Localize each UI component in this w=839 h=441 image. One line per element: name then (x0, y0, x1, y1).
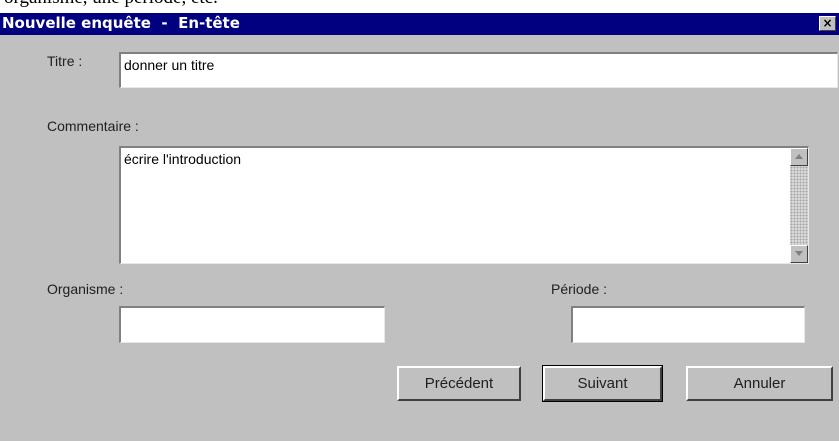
commentaire-label: Commentaire : (47, 118, 139, 134)
arrow-up-icon (795, 154, 803, 159)
titre-label: Titre : (47, 53, 83, 69)
title-bar[interactable]: Nouvelle enquête - En-tête × (0, 13, 839, 35)
organisme-input[interactable] (119, 306, 385, 343)
close-button[interactable]: × (819, 16, 836, 31)
close-icon: × (822, 16, 833, 30)
page: organisme, une période, etc. Nouvelle en… (0, 0, 839, 441)
commentaire-text: écrire l'introduction (124, 151, 242, 167)
background-caption: organisme, une période, etc. (4, 0, 218, 9)
window-title: Nouvelle enquête - En-tête (2, 14, 240, 32)
commentaire-textarea[interactable]: écrire l'introduction (119, 146, 809, 264)
scroll-up-button[interactable] (790, 148, 808, 166)
arrow-down-icon (795, 251, 803, 256)
organisme-label: Organisme : (47, 281, 124, 297)
cancel-button[interactable]: Annuler (686, 366, 833, 401)
previous-button[interactable]: Précédent (397, 366, 521, 401)
survey-header-dialog: Nouvelle enquête - En-tête × Titre : don… (0, 13, 839, 441)
periode-input[interactable] (571, 306, 805, 343)
commentaire-scrollbar[interactable] (790, 148, 808, 263)
titre-input[interactable]: donner un titre (119, 52, 838, 88)
scroll-down-button[interactable] (790, 245, 808, 263)
periode-label: Période : (551, 281, 608, 297)
next-button[interactable]: Suivant (542, 365, 663, 402)
